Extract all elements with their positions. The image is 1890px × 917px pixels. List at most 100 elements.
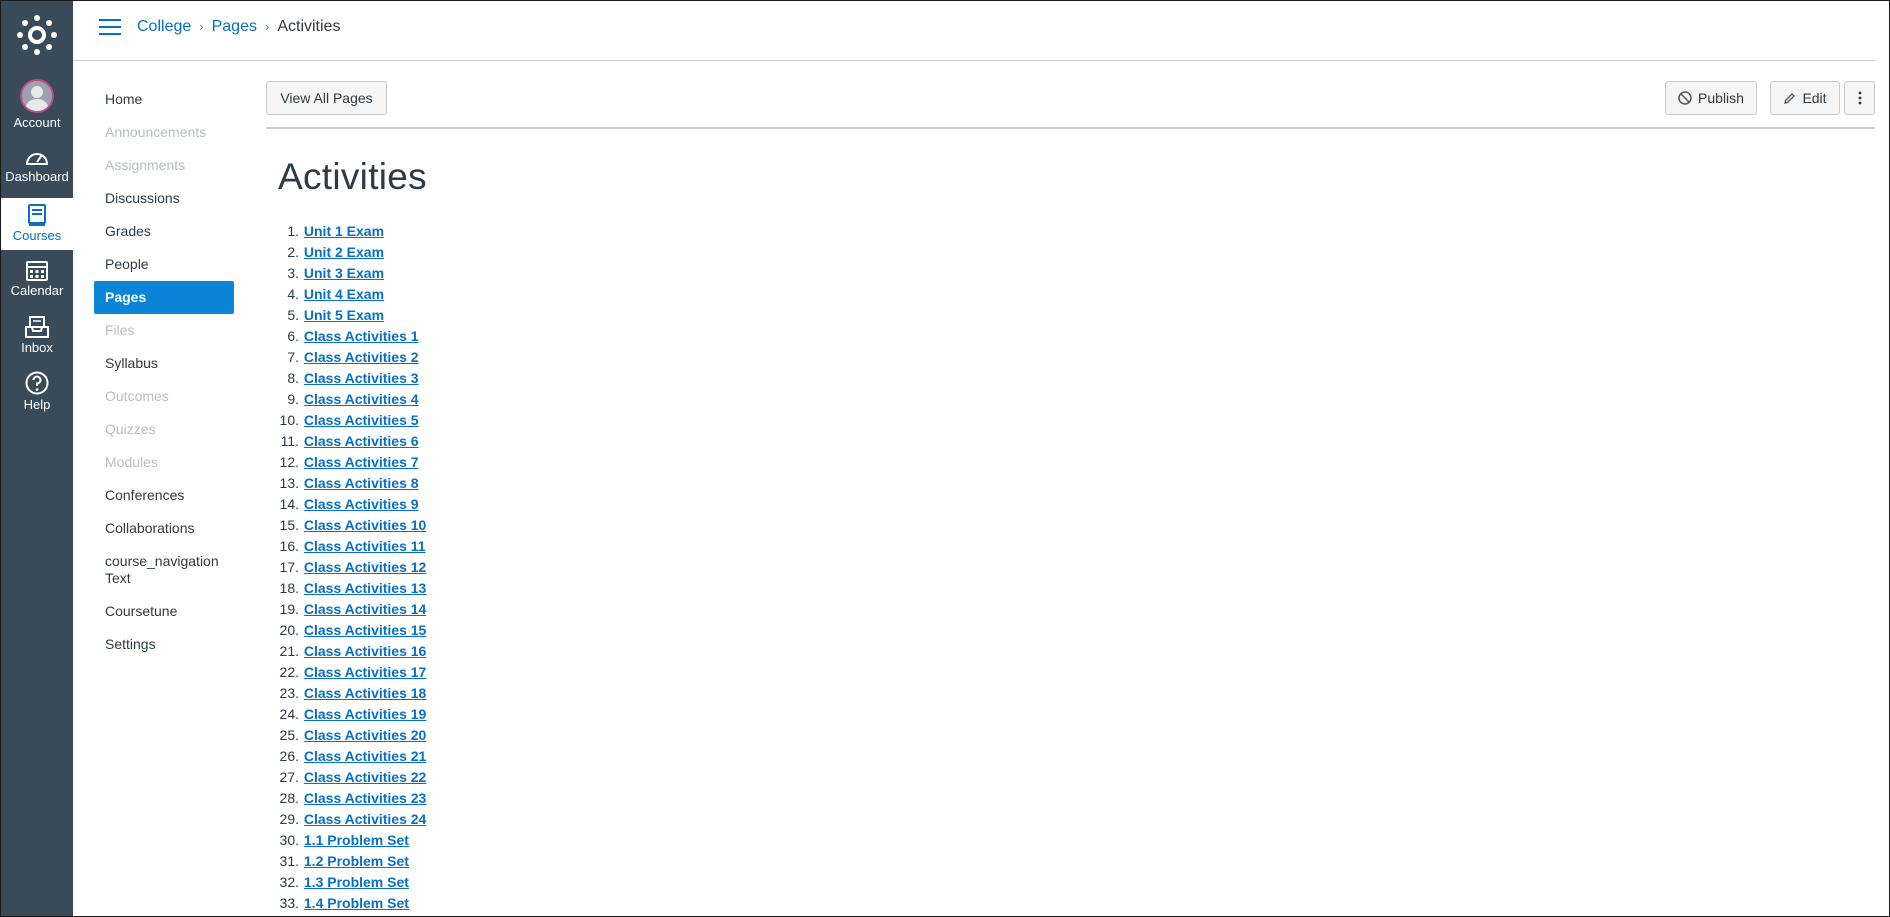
course-nav-item-people[interactable]: People bbox=[94, 248, 234, 281]
course-nav-item-home[interactable]: Home bbox=[94, 83, 234, 116]
list-item: 8. Class Activities 3 bbox=[269, 368, 426, 389]
page-link[interactable]: Class Activities 18 bbox=[304, 685, 426, 701]
global-nav-calendar[interactable]: Calendar bbox=[1, 259, 73, 298]
global-nav-account[interactable]: Account bbox=[1, 79, 73, 130]
course-nav-item-settings[interactable]: Settings bbox=[94, 628, 234, 661]
list-item: 12. Class Activities 7 bbox=[269, 452, 426, 473]
page-link[interactable]: Unit 3 Exam bbox=[304, 265, 384, 281]
list-item-number: 7. bbox=[287, 349, 299, 365]
page-link[interactable]: Class Activities 5 bbox=[304, 412, 419, 428]
course-nav-item-announcements[interactable]: Announcements bbox=[94, 116, 234, 149]
page-link[interactable]: Class Activities 21 bbox=[304, 748, 426, 764]
course-nav-item-coursetune[interactable]: Coursetune bbox=[94, 595, 234, 628]
avatar bbox=[20, 79, 54, 113]
course-nav-item-pages[interactable]: Pages bbox=[94, 281, 234, 314]
page-link[interactable]: Class Activities 22 bbox=[304, 769, 426, 785]
page-link[interactable]: Class Activities 4 bbox=[304, 391, 419, 407]
list-item: 21. Class Activities 16 bbox=[269, 641, 427, 662]
list-item: 5. Unit 5 Exam bbox=[269, 305, 426, 326]
course-nav-item-files[interactable]: Files bbox=[94, 314, 234, 347]
list-item-number: 4. bbox=[287, 286, 299, 302]
list-item-number: 22. bbox=[279, 664, 299, 680]
list-item: 17. Class Activities 12 bbox=[269, 557, 427, 578]
course-nav-item-conferences[interactable]: Conferences bbox=[94, 479, 234, 512]
page-link[interactable]: Class Activities 7 bbox=[304, 454, 419, 470]
course-nav-item-syllabus[interactable]: Syllabus bbox=[94, 347, 234, 380]
list-item: 24. Class Activities 19 bbox=[269, 704, 427, 725]
page-link[interactable]: Class Activities 13 bbox=[304, 580, 426, 596]
page-link[interactable]: 1.2 Problem Set bbox=[304, 853, 409, 869]
list-item: 27. Class Activities 22 bbox=[269, 767, 427, 788]
list-item-number: 9. bbox=[287, 391, 299, 407]
page-link[interactable]: 1.3 Problem Set bbox=[304, 874, 409, 890]
list-item: 2. Unit 2 Exam bbox=[269, 242, 426, 263]
course-nav-item-outcomes[interactable]: Outcomes bbox=[94, 380, 234, 413]
dashboard-icon bbox=[26, 153, 48, 165]
account-label: Account bbox=[13, 115, 61, 130]
page-link[interactable]: Class Activities 8 bbox=[304, 475, 419, 491]
course-nav-item-discussions[interactable]: Discussions bbox=[94, 182, 234, 215]
list-item-number: 15. bbox=[279, 517, 299, 533]
breadcrumb-course-link[interactable]: College bbox=[137, 18, 191, 35]
hamburger-menu-icon[interactable] bbox=[99, 19, 121, 35]
list-item-number: 18. bbox=[279, 580, 299, 596]
page-link[interactable]: Class Activities 24 bbox=[304, 811, 426, 827]
list-item: 4. Unit 4 Exam bbox=[269, 284, 426, 305]
global-nav-dashboard[interactable]: Dashboard bbox=[1, 147, 73, 184]
page-link[interactable]: Class Activities 12 bbox=[304, 559, 426, 575]
page-link[interactable]: Class Activities 23 bbox=[304, 790, 426, 806]
list-item-number: 25. bbox=[279, 727, 299, 743]
global-nav-courses[interactable]: Courses bbox=[1, 198, 73, 250]
courses-icon bbox=[28, 204, 46, 226]
list-item: 9. Class Activities 4 bbox=[269, 389, 426, 410]
page-link[interactable]: Class Activities 16 bbox=[304, 643, 426, 659]
breadcrumb-separator-icon: › bbox=[199, 19, 204, 34]
page-link[interactable]: Unit 4 Exam bbox=[304, 286, 384, 302]
more-options-button[interactable] bbox=[1844, 81, 1875, 115]
page-link[interactable]: Class Activities 17 bbox=[304, 664, 426, 680]
page-link[interactable]: Unit 1 Exam bbox=[304, 223, 384, 239]
list-item: 32. 1.3 Problem Set bbox=[269, 872, 426, 893]
course-nav-item-quizzes[interactable]: Quizzes bbox=[94, 413, 234, 446]
page-link[interactable]: Class Activities 15 bbox=[304, 622, 426, 638]
page-link[interactable]: Class Activities 10 bbox=[304, 517, 426, 533]
breadcrumb-pages-link[interactable]: Pages bbox=[212, 18, 257, 35]
list-item: 7. Class Activities 2 bbox=[269, 347, 426, 368]
page-link[interactable]: Class Activities 6 bbox=[304, 433, 419, 449]
list-item: 30. 1.1 Problem Set bbox=[269, 830, 426, 851]
page-link[interactable]: 1.4 Problem Set bbox=[304, 895, 409, 911]
course-nav-item-course-navigation-text[interactable]: course_navigation Text bbox=[94, 545, 234, 595]
page-link[interactable]: Unit 2 Exam bbox=[304, 244, 384, 260]
course-nav-item-collaborations[interactable]: Collaborations bbox=[94, 512, 234, 545]
global-nav-help[interactable]: Help bbox=[1, 371, 73, 412]
list-item-number: 17. bbox=[279, 559, 299, 575]
page-link[interactable]: 1.1 Problem Set bbox=[304, 832, 409, 848]
breadcrumb: College › Pages › Activities bbox=[137, 18, 340, 36]
page-link[interactable]: Class Activities 3 bbox=[304, 370, 419, 386]
list-item-number: 21. bbox=[279, 643, 299, 659]
page-link[interactable]: Class Activities 19 bbox=[304, 706, 426, 722]
page-link[interactable]: Class Activities 14 bbox=[304, 601, 426, 617]
list-item-number: 8. bbox=[287, 370, 299, 386]
page-link[interactable]: Class Activities 1 bbox=[304, 328, 419, 344]
edit-button[interactable]: Edit bbox=[1770, 81, 1840, 115]
publish-button[interactable]: Publish bbox=[1665, 81, 1757, 115]
course-nav-item-grades[interactable]: Grades bbox=[94, 215, 234, 248]
list-item-number: 1. bbox=[287, 223, 299, 239]
page-link[interactable]: Unit 5 Exam bbox=[304, 307, 384, 323]
app-window: Account Dashboard Courses Calendar Inbox… bbox=[0, 0, 1890, 917]
list-item: 22. Class Activities 17 bbox=[269, 662, 427, 683]
global-nav-inbox[interactable]: Inbox bbox=[1, 316, 73, 355]
page-link[interactable]: Class Activities 2 bbox=[304, 349, 419, 365]
list-item: 25. Class Activities 20 bbox=[269, 725, 427, 746]
list-item-number: 23. bbox=[279, 685, 299, 701]
page-link[interactable]: Class Activities 9 bbox=[304, 496, 419, 512]
course-nav-item-modules[interactable]: Modules bbox=[94, 446, 234, 479]
course-nav-item-assignments[interactable]: Assignments bbox=[94, 149, 234, 182]
list-item-number: 10. bbox=[279, 412, 299, 428]
canvas-logo-icon[interactable] bbox=[17, 15, 57, 55]
page-link[interactable]: Class Activities 20 bbox=[304, 727, 426, 743]
page-link-list: 1. Unit 1 Exam 2. Unit 2 Exam 3. Unit 3 Ex… bbox=[269, 221, 427, 914]
view-all-pages-button[interactable]: View All Pages bbox=[266, 81, 387, 115]
page-link[interactable]: Class Activities 11 bbox=[304, 538, 426, 554]
